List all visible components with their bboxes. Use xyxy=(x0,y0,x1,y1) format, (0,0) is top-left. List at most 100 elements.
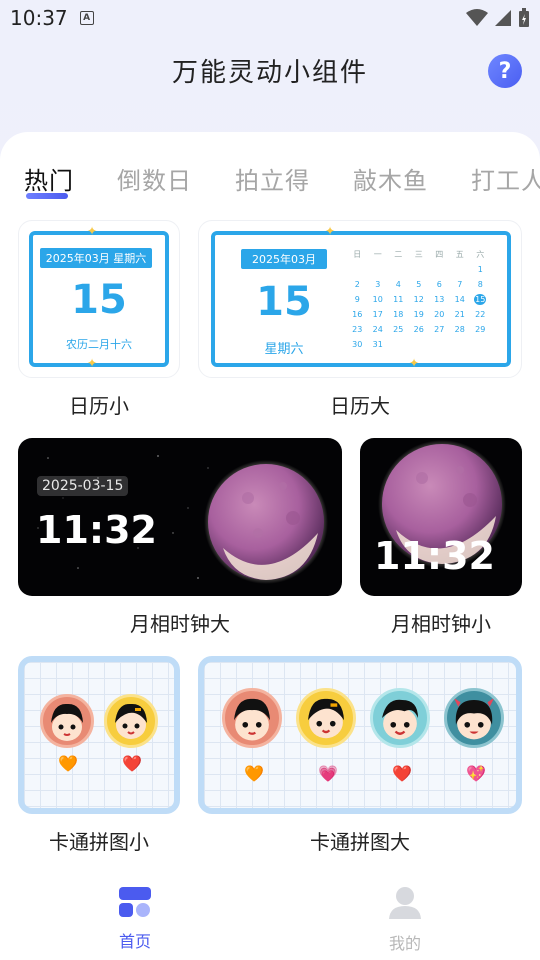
calendar-cell: 13 xyxy=(434,295,445,304)
weekday-header: 五 xyxy=(455,250,464,259)
calendar-cell: 15 xyxy=(474,294,487,305)
content-sheet: 热门 倒数日 拍立得 敲木鱼 打工人 ✦ ✦ 2025年03月 星期六 15 农… xyxy=(0,132,540,960)
calendar-cell xyxy=(368,264,389,275)
avatar xyxy=(296,688,356,748)
nav-profile[interactable]: 我的 xyxy=(355,886,455,954)
weekday-header: 四 xyxy=(435,250,444,259)
tab-hot[interactable]: 热门 xyxy=(24,161,74,196)
sparkle-icon: ✦ xyxy=(87,224,98,238)
app-header: 万能灵动小组件 ? xyxy=(0,40,540,100)
widget-moon-clock-large[interactable]: 2025-03-15 11:32 xyxy=(18,438,342,596)
avatar xyxy=(222,688,282,748)
tab-worker[interactable]: 打工人 xyxy=(471,161,540,196)
calendar-cell xyxy=(450,264,471,275)
moon-time: 11:32 xyxy=(36,508,157,552)
calendar-day: 15 xyxy=(256,279,312,325)
bottom-nav: 首页 我的 xyxy=(0,872,540,960)
calendar-cell: 17 xyxy=(372,310,383,319)
calendar-weekday: 星期六 xyxy=(264,342,304,357)
calendar-cell: 23 xyxy=(352,325,363,334)
widget-label: 月相时钟小 xyxy=(391,612,491,636)
avatar xyxy=(40,694,94,748)
calendar-cell: 11 xyxy=(393,295,404,304)
calendar-cell: 6 xyxy=(436,280,442,289)
heart-icon: ❤️ xyxy=(122,754,142,773)
calendar-cell: 2 xyxy=(354,280,360,289)
widget-label: 月相时钟大 xyxy=(130,612,230,636)
battery-icon xyxy=(519,8,529,27)
widget-cartoon-large[interactable]: 🧡 💗 ❤️ 💖 xyxy=(198,656,522,814)
weekday-header: 一 xyxy=(373,250,382,259)
calendar-cell: 29 xyxy=(475,325,486,334)
avatar xyxy=(444,688,504,748)
calendar-cell: 18 xyxy=(393,310,404,319)
widget-moon-clock-small[interactable]: 11:32 xyxy=(360,438,522,596)
tab-indicator xyxy=(26,193,68,199)
calendar-cell: 16 xyxy=(352,310,363,319)
calendar-cell: 14 xyxy=(454,295,465,304)
widget-label: 卡通拼图小 xyxy=(49,830,149,854)
page-title: 万能灵动小组件 xyxy=(171,58,368,88)
calendar-cell: 25 xyxy=(393,325,404,334)
calendar-cell: 8 xyxy=(477,280,483,289)
widget-label: 日历小 xyxy=(69,394,129,418)
calendar-cell: 24 xyxy=(372,325,383,334)
weekday-header: 日 xyxy=(353,250,362,259)
heart-icon: 🧡 xyxy=(244,764,264,783)
calendar-cell: 1 xyxy=(477,265,483,274)
widget-label: 卡通拼图大 xyxy=(310,830,410,854)
calendar-cell: 9 xyxy=(354,295,360,304)
calendar-cell: 22 xyxy=(475,310,486,319)
calendar-cell: 3 xyxy=(375,280,381,289)
calendar-month-chip: 2025年03月 星期六 xyxy=(40,248,152,268)
tab-countdown[interactable]: 倒数日 xyxy=(117,161,192,196)
widget-calendar-large[interactable]: ✦ ✦ 2025年03月 15 星期六 日一二三四五六 1 2 3 4 5 6 7 8 9 10 11… xyxy=(198,220,522,378)
status-bar: 10:37 A xyxy=(0,0,540,36)
calendar-cell xyxy=(409,339,430,350)
heart-icon: ❤️ xyxy=(392,764,412,783)
nav-home-label: 首页 xyxy=(118,932,151,951)
calendar-cell: 27 xyxy=(434,325,445,334)
weekday-header: 二 xyxy=(394,250,403,259)
lunar-date: 农历二月十六 xyxy=(66,338,132,351)
help-button[interactable]: ? xyxy=(488,54,522,88)
widget-cartoon-small[interactable]: 🧡 ❤️ xyxy=(18,656,180,814)
avatar xyxy=(104,694,158,748)
calendar-cell: 19 xyxy=(413,310,424,319)
calendar-cell: 28 xyxy=(454,325,465,334)
calendar-cell xyxy=(450,339,471,350)
calendar-cell: 21 xyxy=(454,310,465,319)
sparkle-icon: ✦ xyxy=(409,356,420,370)
status-time: 10:37 xyxy=(10,6,68,30)
sparkle-icon: ✦ xyxy=(325,224,336,238)
moon-time: 11:32 xyxy=(374,534,495,578)
calendar-cell xyxy=(388,264,409,275)
calendar-cell xyxy=(347,264,368,275)
calendar-cell xyxy=(409,264,430,275)
category-tabs: 热门 倒数日 拍立得 敲木鱼 打工人 xyxy=(0,157,540,207)
calendar-cell: 26 xyxy=(413,325,424,334)
calendar-cell: 31 xyxy=(372,340,383,349)
calendar-cell xyxy=(388,339,409,350)
heart-icon: 💗 xyxy=(318,764,338,783)
calendar-day: 15 xyxy=(71,277,127,323)
tab-polaroid[interactable]: 拍立得 xyxy=(235,161,310,196)
mini-calendar-grid: 日一二三四五六 1 2 3 4 5 6 7 8 9 10 11 12 13 14 15 16 17 18 19 20 21… xyxy=(347,249,491,350)
widget-label: 日历大 xyxy=(330,394,390,418)
calendar-cell xyxy=(470,339,491,350)
weekday-header: 三 xyxy=(414,250,423,259)
avatar xyxy=(370,688,430,748)
calendar-cell: 20 xyxy=(434,310,445,319)
profile-icon xyxy=(389,887,421,919)
calendar-cell xyxy=(429,264,450,275)
question-icon: ? xyxy=(498,58,512,84)
calendar-cell: 10 xyxy=(372,295,383,304)
home-grid-icon xyxy=(119,887,151,917)
signal-icon xyxy=(495,10,511,26)
calendar-cell: 30 xyxy=(352,340,363,349)
tab-wooden-fish[interactable]: 敲木鱼 xyxy=(353,161,428,196)
heart-icon: 💖 xyxy=(466,764,486,783)
calendar-cell: 5 xyxy=(416,280,422,289)
widget-calendar-small[interactable]: ✦ ✦ 2025年03月 星期六 15 农历二月十六 xyxy=(18,220,180,378)
nav-home[interactable]: 首页 xyxy=(85,886,185,952)
